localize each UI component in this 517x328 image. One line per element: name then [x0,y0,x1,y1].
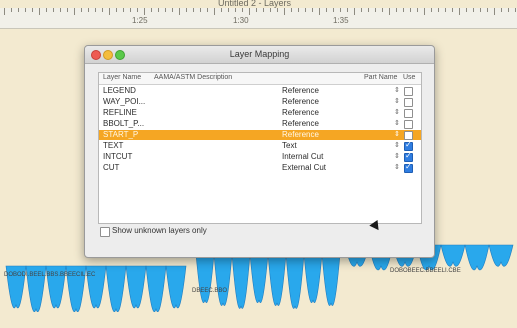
column-header-use[interactable]: Use [403,74,415,81]
popup-arrows-icon[interactable]: ⇕ [394,130,400,140]
popup-arrows-icon[interactable]: ⇕ [394,163,400,173]
layer-name-cell: TEXT [103,141,124,150]
layer-type-dropdown[interactable]: Reference [282,97,319,107]
popup-arrows-icon[interactable]: ⇕ [394,141,400,151]
wave-segment [285,253,305,309]
table-row[interactable]: INTCUT Internal Cut ⇕ [99,151,421,162]
use-checkbox[interactable] [404,151,413,162]
wave-segment [267,253,287,306]
popup-arrows-icon[interactable]: ⇕ [394,152,400,162]
table-header: Layer Name AAMA/ASTM Description Part Na… [99,73,421,85]
popup-arrows-icon[interactable]: ⇕ [394,97,400,107]
wave-segment [321,253,341,306]
layer-name-cell: CUT [103,163,120,172]
wave-segment [105,265,127,312]
popup-arrows-icon[interactable]: ⇕ [394,108,400,118]
wave-segment [165,265,187,309]
column-header-description[interactable]: AAMA/ASTM Description [154,74,232,81]
wave-label: DOBOBEEC.BBEELI.CBE [390,268,461,274]
use-checkbox[interactable] [404,109,413,118]
layer-table: Layer Name AAMA/ASTM Description Part Na… [98,72,422,224]
table-row[interactable]: CUT External Cut ⇕ [99,162,421,173]
dialog-title: Layer Mapping [229,49,290,59]
show-unknown-label: Show unknown layers only [112,226,207,235]
table-row[interactable]: REFLINE Reference ⇕ [99,108,421,118]
use-checkbox[interactable] [404,87,413,96]
wave-segment [145,265,167,312]
popup-arrows-icon[interactable]: ⇕ [394,86,400,96]
use-checkbox[interactable] [404,162,413,173]
layer-name-cell: REFLINE [103,108,137,117]
column-header-layer-name[interactable]: Layer Name [103,74,141,81]
use-checkbox[interactable] [404,98,413,107]
layer-name-cell: WAY_POI... [103,97,146,106]
layer-name-cell: INTCUT [103,152,133,161]
layer-name-cell: BBOLT_P... [103,119,145,128]
use-checkbox[interactable] [404,131,413,140]
wave-segment [125,265,147,309]
wave-segment [231,253,251,309]
table-row[interactable]: LEGEND Reference ⇕ [99,86,421,96]
layer-type-dropdown[interactable]: Reference [282,108,319,118]
wave-segment [213,253,233,306]
layer-mapping-dialog: Layer Mapping Layer Name AAMA/ASTM Descr… [84,45,435,258]
wave-label: DOBODI.BEEL.BBS.BBEECIL.EC [4,272,96,278]
table-row[interactable]: TEXT Text ⇕ [99,140,421,151]
layer-type-dropdown[interactable]: Reference [282,130,319,140]
wave-label: DBEEC.BBO [192,288,227,294]
show-unknown-checkbox[interactable] [100,227,110,237]
layer-type-dropdown[interactable]: External Cut [282,163,326,173]
layer-type-dropdown[interactable]: Internal Cut [282,152,323,162]
wave-segment [195,253,215,303]
layer-type-dropdown[interactable]: Reference [282,119,319,129]
layer-name-cell: LEGEND [103,86,136,95]
wave-segment [488,244,514,267]
wave-segment [464,244,490,271]
table-row[interactable]: BBOLT_P... Reference ⇕ [99,119,421,129]
table-row[interactable]: WAY_POI... Reference ⇕ [99,97,421,107]
table-row[interactable]: START_P Reference ⇕ [99,130,421,140]
layer-name-cell: START_P [103,130,139,139]
use-checkbox[interactable] [404,120,413,129]
popup-arrows-icon[interactable]: ⇕ [394,119,400,129]
use-checkbox[interactable] [404,140,413,151]
dialog-titlebar[interactable]: Layer Mapping [85,46,434,64]
wave-segment [440,244,466,267]
wave-segment [249,253,269,303]
layer-type-dropdown[interactable]: Reference [282,86,319,96]
column-header-part-name[interactable]: Part Name [364,74,397,81]
wave-segment [303,253,323,303]
layer-type-dropdown[interactable]: Text [282,141,297,151]
